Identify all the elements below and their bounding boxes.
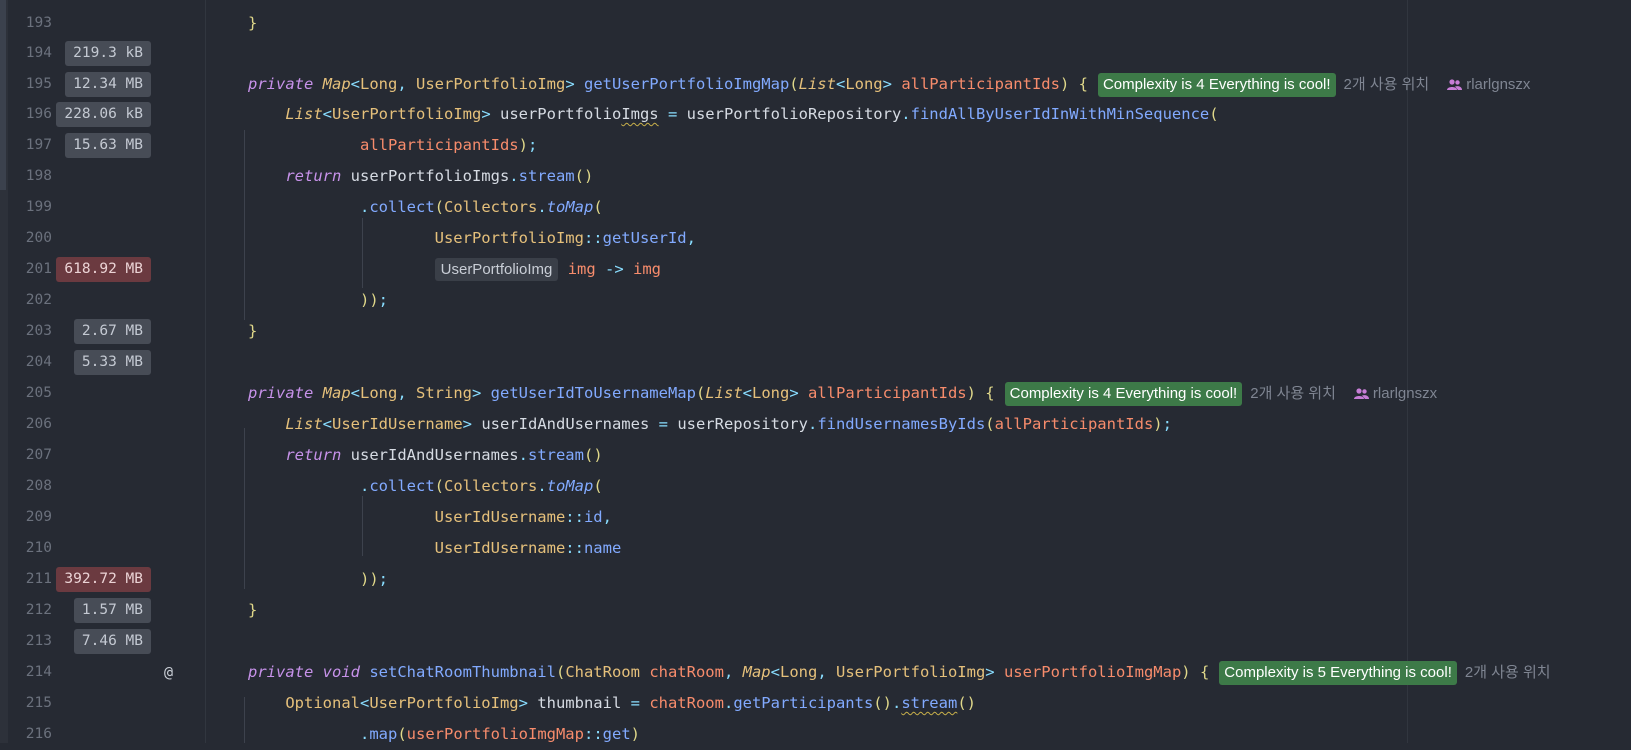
line-number: 196 — [25, 106, 52, 122]
code-line[interactable]: 208 .collect(Collectors.toMap( — [0, 471, 1631, 502]
line-number: 212 — [25, 602, 52, 618]
code-line[interactable]: 198 return userPortfolioImgs.stream() — [0, 161, 1631, 192]
memory-badge[interactable]: 228.06 kB — [56, 102, 151, 127]
parameter-type-hint: UserPortfolioImg — [434, 258, 559, 281]
code-text[interactable]: .collect(Collectors.toMap( — [248, 192, 603, 223]
line-number: 194 — [25, 45, 52, 61]
code-line[interactable]: 199 .collect(Collectors.toMap( — [0, 192, 1631, 223]
people-icon — [1353, 388, 1369, 399]
code-line[interactable]: 211 392.72 MB )); — [0, 564, 1631, 595]
code-text[interactable]: allParticipantIds); — [248, 130, 537, 161]
line-number: 215 — [25, 695, 52, 711]
code-line[interactable]: 193 } — [0, 8, 1631, 39]
line-number: 195 — [25, 76, 52, 92]
line-number: 200 — [25, 230, 52, 246]
code-line[interactable]: 210 UserIdUsername::name — [0, 533, 1631, 564]
line-number: 202 — [25, 292, 52, 308]
author-name: rlarlgnszx — [1466, 76, 1531, 93]
code-line[interactable]: 196 228.06 kB List<UserPortfolioImg> use… — [0, 99, 1631, 130]
code-line[interactable]: 206 List<UserIdUsername> userIdAndUserna… — [0, 409, 1631, 440]
line-number: 213 — [25, 633, 52, 649]
code-line[interactable]: 205 private Map<Long, String> getUserIdT… — [0, 378, 1631, 409]
memory-badge-high[interactable]: 392.72 MB — [56, 567, 151, 592]
code-line[interactable]: 212 1.57 MB } — [0, 595, 1631, 626]
author-hint[interactable]: rlarlgnszx — [1353, 385, 1438, 402]
line-number: 205 — [25, 385, 52, 401]
code-line[interactable]: 194 219.3 kB — [0, 38, 1631, 69]
at-symbol-marker[interactable]: @ — [164, 657, 173, 688]
code-line[interactable]: 204 5.33 MB — [0, 347, 1631, 378]
code-text[interactable]: private Map<Long, UserPortfolioImg> getU… — [248, 69, 1530, 100]
code-text[interactable]: Optional<UserPortfolioImg> thumbnail = c… — [248, 688, 976, 719]
code-text[interactable]: )); — [248, 564, 388, 595]
code-text[interactable]: UserPortfolioImg::getUserId, — [248, 223, 696, 254]
code-line[interactable]: 197 15.63 MB allParticipantIds); — [0, 130, 1631, 161]
code-text[interactable]: UserIdUsername::id, — [248, 502, 612, 533]
complexity-badge[interactable]: Complexity is 5 Everything is cool! — [1219, 660, 1457, 685]
author-name: rlarlgnszx — [1372, 385, 1438, 402]
code-text[interactable]: private void setChatRoomThumbnail(ChatRo… — [248, 657, 1551, 688]
code-line[interactable]: 216 .map(userPortfolioImgMap::get) — [0, 719, 1631, 750]
memory-badge[interactable]: 2.67 MB — [73, 319, 151, 344]
code-text[interactable]: .map(userPortfolioImgMap::get) — [248, 719, 640, 750]
memory-badge[interactable]: 15.63 MB — [65, 133, 151, 158]
complexity-badge[interactable]: Complexity is 4 Everything is cool! — [1097, 72, 1336, 97]
line-number: 208 — [25, 478, 52, 494]
line-number: 209 — [25, 509, 52, 525]
line-number: 203 — [25, 323, 52, 339]
line-number: 214 — [25, 664, 52, 680]
code-line[interactable]: 215 Optional<UserPortfolioImg> thumbnail… — [0, 688, 1631, 719]
code-text[interactable]: } — [248, 595, 257, 626]
code-line[interactable]: 213 7.46 MB — [0, 626, 1631, 657]
code-text[interactable]: return userIdAndUsernames.stream() — [248, 440, 602, 471]
code-line[interactable]: 201 618.92 MB UserPortfolioImg img -> im… — [0, 254, 1631, 285]
line-number: 199 — [25, 199, 52, 215]
code-line[interactable]: 200 UserPortfolioImg::getUserId, — [0, 223, 1631, 254]
memory-badge[interactable]: 12.34 MB — [65, 72, 151, 97]
memory-badge[interactable]: 1.57 MB — [73, 598, 151, 623]
code-line[interactable]: 195 12.34 MB private Map<Long, UserPortf… — [0, 69, 1631, 100]
memory-badge[interactable]: 219.3 kB — [65, 41, 151, 66]
code-text[interactable]: UserIdUsername::name — [248, 533, 622, 564]
memory-badge[interactable]: 7.46 MB — [73, 629, 151, 654]
line-number: 216 — [25, 726, 52, 742]
code-text[interactable]: return userPortfolioImgs.stream() — [248, 161, 593, 192]
line-number: 197 — [25, 137, 52, 153]
line-number: 198 — [25, 168, 52, 184]
memory-badge-high[interactable]: 618.92 MB — [56, 257, 151, 282]
code-text[interactable]: } — [248, 8, 257, 39]
code-text[interactable]: .collect(Collectors.toMap( — [248, 471, 603, 502]
author-hint[interactable]: rlarlgnszx — [1447, 76, 1530, 93]
usages-link[interactable]: 2개 사용 위치 — [1250, 385, 1336, 402]
complexity-badge[interactable]: Complexity is 4 Everything is cool! — [1004, 381, 1243, 406]
code-line[interactable]: 202 )); — [0, 285, 1631, 316]
code-line[interactable]: 209 UserIdUsername::id, — [0, 502, 1631, 533]
line-number: 207 — [25, 447, 52, 463]
usages-link[interactable]: 2개 사용 위치 — [1465, 664, 1551, 681]
code-text[interactable]: } — [248, 316, 257, 347]
code-text[interactable]: private Map<Long, String> getUserIdToUse… — [248, 378, 1437, 409]
line-number: 211 — [25, 571, 52, 587]
code-text[interactable]: List<UserPortfolioImg> userPortfolioImgs… — [248, 99, 1218, 130]
line-number: 210 — [25, 540, 52, 556]
line-number: 193 — [25, 15, 52, 31]
code-line[interactable]: 203 2.67 MB } — [0, 316, 1631, 347]
line-number: 204 — [25, 354, 52, 370]
code-text[interactable]: List<UserIdUsername> userIdAndUsernames … — [248, 409, 1172, 440]
code-line[interactable]: 214 @ private void setChatRoomThumbnail(… — [0, 657, 1631, 688]
people-icon — [1447, 79, 1463, 90]
line-number: 201 — [25, 261, 52, 277]
memory-badge[interactable]: 5.33 MB — [73, 350, 151, 375]
code-text[interactable]: )); — [248, 285, 388, 316]
code-text[interactable]: UserPortfolioImg img -> img — [248, 254, 661, 285]
usages-link[interactable]: 2개 사용 위치 — [1344, 76, 1430, 93]
code-line[interactable]: 207 return userIdAndUsernames.stream() — [0, 440, 1631, 471]
line-number: 206 — [25, 416, 52, 432]
